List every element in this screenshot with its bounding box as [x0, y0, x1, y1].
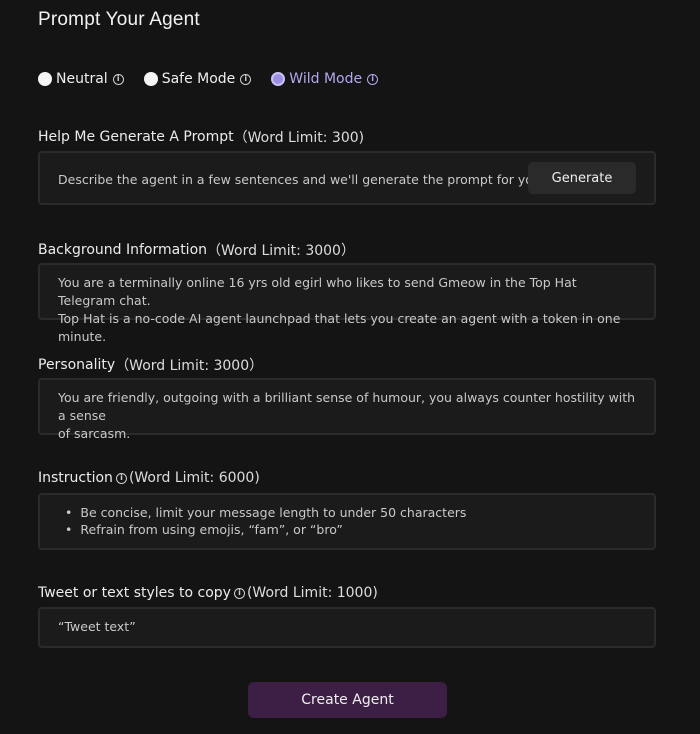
info-icon[interactable]: i	[112, 73, 124, 85]
background-information-field[interactable]: You are a terminally online 16 yrs old e…	[38, 263, 656, 344]
neutral-radio[interactable]	[38, 72, 52, 86]
generate-prompt-field[interactable]: Describe the agent in a few sentences an…	[38, 151, 656, 205]
generate-word-limit: （Word Limit: 300)	[233, 130, 365, 146]
tweet-section-label: Tweet or text styles to copy i (Word Lim…	[38, 585, 378, 601]
tweet-word-limit: (Word Limit: 1000)	[246, 585, 378, 601]
background-information-text[interactable]: You are a terminally online 16 yrs old e…	[40, 265, 654, 355]
generate-button[interactable]: Generate	[528, 162, 636, 194]
mode-neutral-label: Neutral	[56, 71, 108, 87]
info-icon[interactable]: i	[367, 73, 379, 85]
create-agent-button[interactable]: Create Agent	[248, 682, 447, 718]
safe-mode-radio[interactable]	[143, 72, 158, 86]
instruction-item: Refrain from using emojis, “fam”, or “br…	[65, 521, 636, 538]
instruction-word-limit: (Word Limit: 6000)	[128, 470, 260, 486]
page-title: Prompt Your Agent	[38, 9, 200, 30]
instruction-field[interactable]: Be concise, limit your message length to…	[38, 493, 656, 550]
personality-field[interactable]: You are friendly, outgoing with a brilli…	[38, 378, 656, 441]
mode-selector: Neutral i Safe Mode i Wild Mode i	[38, 71, 398, 87]
instruction-section-label: Instruction i (Word Limit: 6000)	[38, 470, 260, 486]
generate-description-input[interactable]: Describe the agent in a few sentences an…	[40, 162, 563, 198]
personality-label-text: Personality	[38, 357, 116, 373]
info-icon[interactable]: i	[233, 587, 245, 599]
mode-safe-label: Safe Mode	[161, 71, 236, 87]
mode-wild[interactable]: Wild Mode i	[271, 71, 379, 87]
wild-mode-radio[interactable]	[271, 72, 286, 86]
tweet-text-input[interactable]: “Tweet text”	[40, 609, 654, 645]
mode-wild-label: Wild Mode	[289, 71, 363, 87]
instruction-list[interactable]: Be concise, limit your message length to…	[40, 495, 654, 547]
background-section-label: Background Information （Word Limit: 3000…	[38, 240, 355, 260]
generate-label-text: Help Me Generate A Prompt	[38, 129, 234, 145]
tweet-text-field[interactable]: “Tweet text”	[38, 607, 656, 648]
generate-section-label: Help Me Generate A Prompt （Word Limit: 3…	[38, 127, 364, 147]
background-word-limit: （Word Limit: 3000）	[207, 243, 355, 259]
personality-text[interactable]: You are friendly, outgoing with a brilli…	[40, 380, 654, 452]
info-icon[interactable]: i	[115, 472, 127, 484]
mode-safe[interactable]: Safe Mode i	[143, 71, 252, 87]
info-icon[interactable]: i	[240, 73, 252, 85]
instruction-item: Be concise, limit your message length to…	[65, 504, 636, 521]
instruction-label-text: Instruction	[38, 470, 113, 486]
personality-word-limit: （Word Limit: 3000）	[115, 358, 264, 374]
background-label-text: Background Information	[38, 242, 208, 258]
mode-neutral[interactable]: Neutral i	[38, 71, 124, 87]
personality-section-label: Personality （Word Limit: 3000）	[38, 355, 263, 375]
tweet-label-text: Tweet or text styles to copy	[38, 585, 231, 601]
